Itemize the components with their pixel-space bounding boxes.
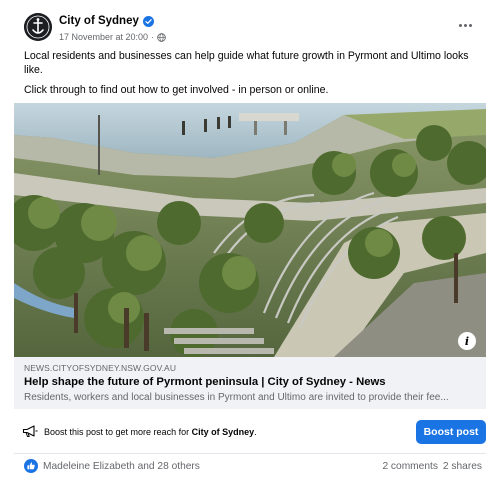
post-text-line-2: Click through to find out how to get inv… [24, 84, 329, 96]
post-image[interactable]: i [14, 103, 486, 357]
comments-count[interactable]: 2 comments [382, 461, 437, 472]
more-options-icon[interactable] [454, 18, 476, 32]
boost-bar: Boost this post to get more reach for Ci… [14, 416, 486, 448]
link-preview[interactable]: NEWS.CITYOFSYDNEY.NSW.GOV.AU Help shape … [14, 357, 486, 409]
boost-prompt: Boost this post to get more reach for Ci… [44, 427, 257, 437]
reactions-summary[interactable]: Madeleine Elizabeth and 28 others [24, 459, 200, 473]
boost-text-prefix: Boost this post to get more reach for [44, 427, 192, 437]
page-name-row: City of Sydney [59, 15, 154, 27]
divider [14, 453, 486, 454]
info-icon[interactable]: i [458, 332, 476, 350]
megaphone-icon [22, 425, 38, 437]
facebook-post: City of Sydney 17 November at 20:00 · Lo… [0, 0, 486, 479]
post-header: City of Sydney 17 November at 20:00 · [0, 6, 486, 46]
link-title[interactable]: Help shape the future of Pyrmont peninsu… [24, 376, 386, 388]
page-name[interactable]: City of Sydney [59, 15, 139, 27]
post-text-line-1: Local residents and businesses can help … [24, 50, 469, 76]
shares-count[interactable]: 2 shares [443, 461, 482, 472]
boost-post-button[interactable]: Boost post [416, 420, 486, 444]
globe-icon[interactable] [157, 32, 166, 42]
post-timestamp[interactable]: 17 November at 20:00 [59, 32, 148, 42]
post-meta: 17 November at 20:00 · [59, 32, 166, 42]
boost-text-suffix: . [254, 427, 257, 437]
meta-separator: · [151, 32, 155, 42]
link-description: Residents, workers and local businesses … [24, 392, 449, 403]
verified-badge-icon [142, 15, 154, 27]
link-domain: NEWS.CITYOFSYDNEY.NSW.GOV.AU [24, 363, 177, 373]
boost-page-name: City of Sydney [191, 427, 255, 437]
engagement-stats: 2 comments 2 shares [382, 461, 482, 472]
like-reaction-icon [24, 459, 38, 473]
park-photo [14, 103, 486, 357]
avatar[interactable] [24, 13, 52, 41]
reactors-text[interactable]: Madeleine Elizabeth and 28 others [43, 461, 200, 472]
city-of-sydney-logo-icon [24, 13, 52, 41]
